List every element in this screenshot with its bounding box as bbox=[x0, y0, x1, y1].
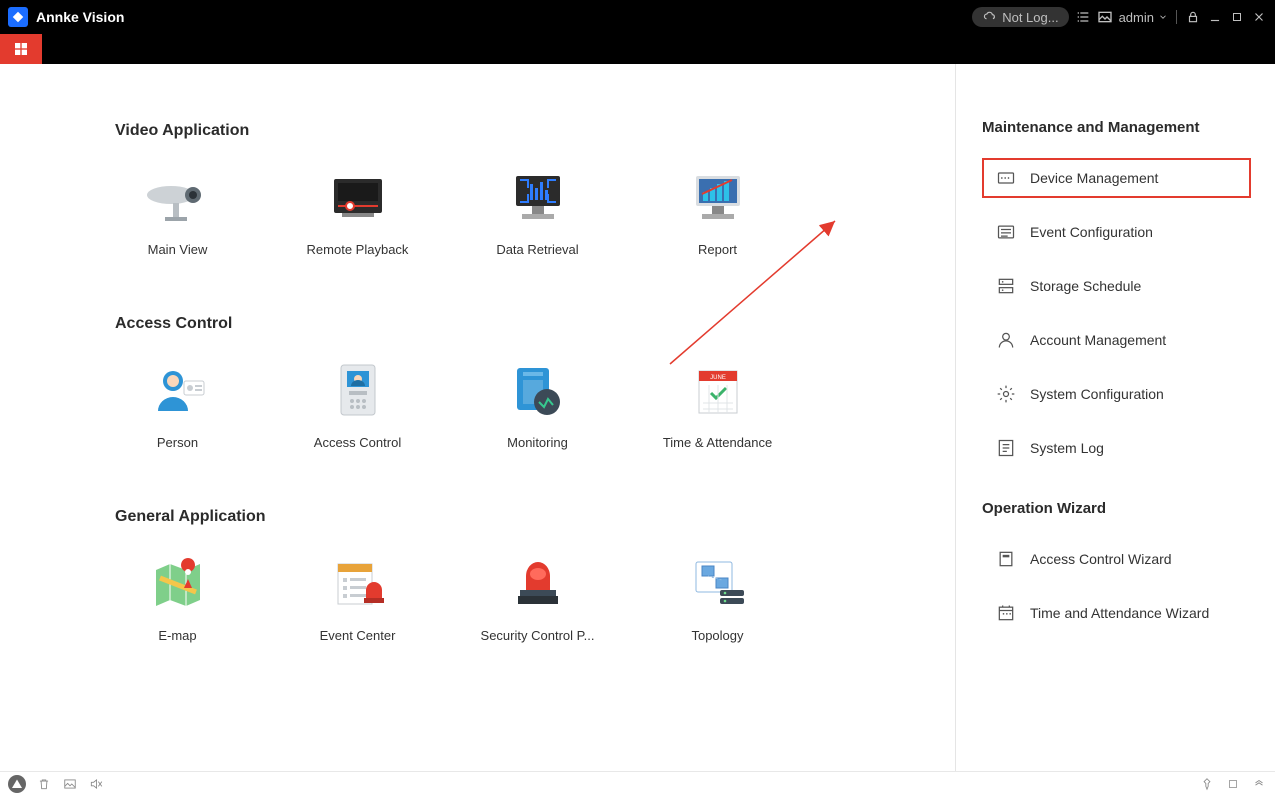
dashboard-tab[interactable] bbox=[0, 34, 42, 64]
tabstrip bbox=[0, 34, 1275, 64]
side-item-storage-schedule[interactable]: Storage Schedule bbox=[982, 266, 1251, 306]
tile-time-attendance[interactable]: JUNE Time & Attendance bbox=[655, 361, 780, 450]
tile-label: Event Center bbox=[298, 628, 418, 643]
tile-main-view[interactable]: Main View bbox=[115, 168, 240, 257]
gear-icon bbox=[996, 384, 1016, 404]
side-item-label: System Log bbox=[1030, 440, 1104, 456]
side-item-label: Event Configuration bbox=[1030, 224, 1153, 240]
playback-icon bbox=[323, 168, 393, 228]
side-title-maintenance: Maintenance and Management bbox=[982, 119, 1251, 136]
tile-label: Data Retrieval bbox=[478, 242, 598, 257]
close-icon[interactable] bbox=[1251, 9, 1267, 25]
tile-person[interactable]: Person bbox=[115, 361, 240, 450]
camera-icon bbox=[143, 168, 213, 228]
titlebar: Annke Vision Not Log... admin bbox=[0, 0, 1275, 34]
side-title-wizard: Operation Wizard bbox=[982, 500, 1251, 517]
side-item-event-configuration[interactable]: Event Configuration bbox=[982, 212, 1251, 252]
separator bbox=[1176, 10, 1177, 24]
chevron-down-icon bbox=[1158, 12, 1168, 22]
lock-icon[interactable] bbox=[1185, 9, 1201, 25]
tile-label: Monitoring bbox=[478, 435, 598, 450]
list-icon[interactable] bbox=[1075, 9, 1091, 25]
person-icon bbox=[143, 361, 213, 421]
tile-topology[interactable]: Topology bbox=[655, 554, 780, 643]
tile-label: Security Control P... bbox=[478, 628, 598, 643]
section-title-video: Video Application bbox=[115, 122, 955, 140]
side-item-label: Access Control Wizard bbox=[1030, 551, 1172, 567]
calendar-icon: JUNE bbox=[683, 361, 753, 421]
side-item-label: Storage Schedule bbox=[1030, 278, 1141, 294]
side-item-label: Time and Attendance Wizard bbox=[1030, 605, 1209, 621]
tile-security-control-panel[interactable]: Security Control P... bbox=[475, 554, 600, 643]
alarm-icon bbox=[503, 554, 573, 614]
log-icon bbox=[996, 438, 1016, 458]
row-video: Main View Remote Playback bbox=[115, 168, 955, 257]
side-item-label: Device Management bbox=[1030, 170, 1158, 186]
tile-data-retrieval[interactable]: Data Retrieval bbox=[475, 168, 600, 257]
side-item-system-configuration[interactable]: System Configuration bbox=[982, 374, 1251, 414]
login-status-pill[interactable]: Not Log... bbox=[972, 7, 1068, 27]
side-panel: Maintenance and Management Device Manage… bbox=[955, 64, 1275, 771]
alert-icon[interactable] bbox=[8, 775, 26, 793]
tile-monitoring[interactable]: Monitoring bbox=[475, 361, 600, 450]
mute-icon[interactable] bbox=[88, 776, 104, 792]
login-status-text: Not Log... bbox=[1002, 10, 1058, 25]
tile-label: Topology bbox=[658, 628, 778, 643]
topology-icon bbox=[683, 554, 753, 614]
pin-icon[interactable] bbox=[1199, 776, 1215, 792]
side-item-account-management[interactable]: Account Management bbox=[982, 320, 1251, 360]
tile-label: Main View bbox=[118, 242, 238, 257]
picture-icon[interactable] bbox=[1097, 9, 1113, 25]
user-name: admin bbox=[1119, 10, 1154, 25]
section-title-general: General Application bbox=[115, 508, 955, 526]
device-icon bbox=[996, 168, 1016, 188]
monitoring-icon bbox=[503, 361, 573, 421]
wizard-ta-icon bbox=[996, 603, 1016, 623]
body: Video Application Main View bbox=[0, 64, 1275, 771]
wizard-ac-icon bbox=[996, 549, 1016, 569]
tile-label: Access Control bbox=[298, 435, 418, 450]
svg-text:JUNE: JUNE bbox=[710, 375, 726, 381]
account-icon bbox=[996, 330, 1016, 350]
user-menu[interactable]: admin bbox=[1119, 10, 1168, 25]
tile-label: Report bbox=[658, 242, 778, 257]
tile-label: Person bbox=[118, 435, 238, 450]
trash-icon[interactable] bbox=[36, 776, 52, 792]
storage-icon bbox=[996, 276, 1016, 296]
tile-remote-playback[interactable]: Remote Playback bbox=[295, 168, 420, 257]
side-item-label: System Configuration bbox=[1030, 386, 1164, 402]
access-control-icon bbox=[323, 361, 393, 421]
tile-label: E-map bbox=[118, 628, 238, 643]
report-icon bbox=[683, 168, 753, 228]
expand-icon[interactable] bbox=[1251, 776, 1267, 792]
side-item-access-control-wizard[interactable]: Access Control Wizard bbox=[982, 539, 1251, 579]
restore-icon[interactable] bbox=[1225, 776, 1241, 792]
side-item-device-management[interactable]: Device Management bbox=[982, 158, 1251, 198]
tile-label: Remote Playback bbox=[298, 242, 418, 257]
tile-event-center[interactable]: Event Center bbox=[295, 554, 420, 643]
image-icon[interactable] bbox=[62, 776, 78, 792]
tile-access-control[interactable]: Access Control bbox=[295, 361, 420, 450]
section-title-access: Access Control bbox=[115, 315, 955, 333]
cloud-icon bbox=[982, 9, 998, 25]
event-config-icon bbox=[996, 222, 1016, 242]
app-title: Annke Vision bbox=[36, 9, 124, 25]
event-center-icon bbox=[323, 554, 393, 614]
app-logo bbox=[8, 7, 28, 27]
data-retrieval-icon bbox=[503, 168, 573, 228]
side-item-system-log[interactable]: System Log bbox=[982, 428, 1251, 468]
row-access: Person Access Control bbox=[115, 361, 955, 450]
side-item-label: Account Management bbox=[1030, 332, 1166, 348]
tile-report[interactable]: Report bbox=[655, 168, 780, 257]
map-icon bbox=[143, 554, 213, 614]
row-general: E-map Event Center bbox=[115, 554, 955, 643]
main-area: Video Application Main View bbox=[0, 64, 955, 771]
tile-label: Time & Attendance bbox=[658, 435, 778, 450]
minimize-icon[interactable] bbox=[1207, 9, 1223, 25]
tile-emap[interactable]: E-map bbox=[115, 554, 240, 643]
statusbar bbox=[0, 771, 1275, 795]
maximize-icon[interactable] bbox=[1229, 9, 1245, 25]
side-item-time-attendance-wizard[interactable]: Time and Attendance Wizard bbox=[982, 593, 1251, 633]
